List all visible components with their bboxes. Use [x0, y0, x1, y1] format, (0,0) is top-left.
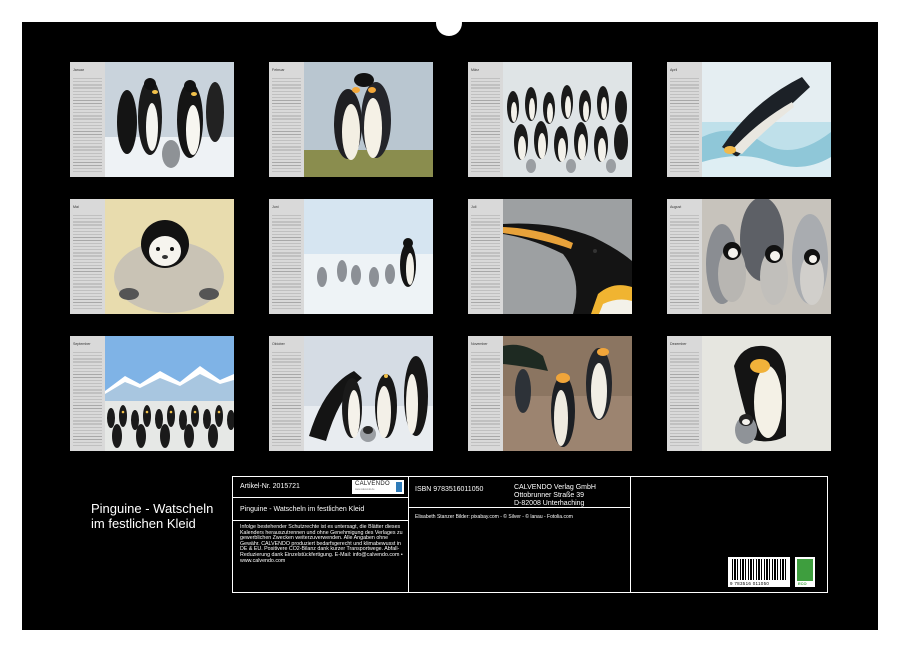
barcode: 9 783516 011050 [728, 557, 790, 587]
king-penguin-pair-icon [304, 62, 433, 177]
month-calendar-strip: Februar [269, 62, 304, 177]
day-lines [73, 350, 102, 446]
barcode-number: 9 783516 011050 [730, 581, 770, 586]
month-calendar-strip: April [667, 62, 702, 177]
eco-label: ECO [795, 557, 815, 587]
day-lines [73, 76, 102, 172]
month-name: Mai [73, 205, 79, 209]
month-name: November [471, 342, 488, 346]
day-lines [670, 213, 699, 309]
month-calendar-strip: Oktober [269, 336, 304, 451]
day-lines [471, 76, 500, 172]
penguin-chicks-icon [702, 199, 831, 314]
month-calendar-strip: Juni [269, 199, 304, 314]
article-number: Artikel-Nr. 2015721 [240, 483, 300, 490]
calvendo-logo: CALVENDO www.calvendo.de [352, 480, 404, 494]
isbn: ISBN 9783516011050 [415, 486, 484, 493]
month-name: Oktober [272, 342, 285, 346]
month-thumbnail-juni: Juni [269, 199, 433, 314]
calendar-back-cover: Januar Februar März April Mai Juni Juli … [22, 22, 878, 630]
month-calendar-strip: November [468, 336, 503, 451]
month-thumbnail-november: November [468, 336, 632, 451]
month-name: Januar [73, 68, 84, 72]
month-name: Juni [272, 205, 279, 209]
penguin-sliding-ice-icon [702, 62, 831, 177]
month-calendar-strip: Juli [468, 199, 503, 314]
month-thumbnail-september: September [70, 336, 234, 451]
month-name: Dezember [670, 342, 687, 346]
emperor-penguin-colony-icon [503, 62, 632, 177]
month-calendar-strip: März [468, 62, 503, 177]
month-name: Februar [272, 68, 285, 72]
leaf-icon [797, 559, 813, 581]
month-calendar-strip: Mai [70, 199, 105, 314]
day-lines [471, 213, 500, 309]
month-thumbnail-juli: Juli [468, 199, 632, 314]
colony-mountains-icon [105, 336, 234, 451]
divider [408, 477, 409, 592]
penguin-family-walk-icon [304, 199, 433, 314]
title-line-2: im festlichen Kleid [91, 516, 196, 531]
month-thumbnail-august: August [667, 199, 831, 314]
month-name: April [670, 68, 678, 72]
month-calendar-strip: Januar [70, 62, 105, 177]
logo-subtext: www.calvendo.de [355, 488, 375, 491]
penguin-chick-icon [105, 199, 234, 314]
month-thumbnail-februar: Februar [269, 62, 433, 177]
month-name: August [670, 205, 682, 209]
month-calendar-strip: August [667, 199, 702, 314]
month-name: September [73, 342, 91, 346]
month-name: Juli [471, 205, 477, 209]
king-penguins-beach-icon [503, 336, 632, 451]
product-title: Pinguine - Watscheln im festlichen Kleid [240, 506, 365, 513]
day-lines [272, 76, 301, 172]
penguin-parent-chick-icon [702, 336, 831, 451]
hanger-notch [436, 10, 462, 36]
calendar-title: Pinguine - Watscheln im festlichen Kleid [91, 501, 251, 531]
month-thumbnail-januar: Januar [70, 62, 234, 177]
divider [233, 520, 408, 521]
day-lines [471, 350, 500, 446]
day-lines [272, 213, 301, 309]
day-lines [670, 350, 699, 446]
month-calendar-strip: September [70, 336, 105, 451]
title-line-1: Pinguine - Watscheln [91, 501, 214, 516]
month-calendar-strip: Dezember [667, 336, 702, 451]
month-thumbnail-dezember: Dezember [667, 336, 831, 451]
publisher-name: CALVENDO Verlag GmbH [514, 484, 596, 491]
photo-credits: Elisabeth Stanzer Bilder: pixabay.com - … [415, 514, 573, 520]
publisher-city: D-82008 Unterhaching [514, 500, 585, 507]
logo-mark-icon [396, 482, 402, 492]
month-thumbnail-maerz: März [468, 62, 632, 177]
publisher-street: Ottobrunner Straße 39 [514, 492, 585, 499]
product-info-box: Artikel-Nr. 2015721 CALVENDO www.calvend… [232, 476, 828, 593]
month-name: März [471, 68, 479, 72]
month-thumbnail-mai: Mai [70, 199, 234, 314]
adult-penguins-chick-icon [304, 336, 433, 451]
day-lines [670, 76, 699, 172]
logo-text: CALVENDO [355, 481, 390, 487]
day-lines [73, 213, 102, 309]
eco-label-text: ECO [798, 581, 807, 586]
month-thumbnail-april: April [667, 62, 831, 177]
divider [233, 497, 408, 498]
legal-notice: Infolge bestehender Schutzrechte ist es … [240, 524, 403, 564]
month-thumbnail-oktober: Oktober [269, 336, 433, 451]
day-lines [272, 350, 301, 446]
barcode-bars-icon [732, 559, 786, 580]
divider [630, 477, 631, 592]
king-penguin-head-icon [503, 199, 632, 314]
emperor-penguin-group-icon [105, 62, 234, 177]
